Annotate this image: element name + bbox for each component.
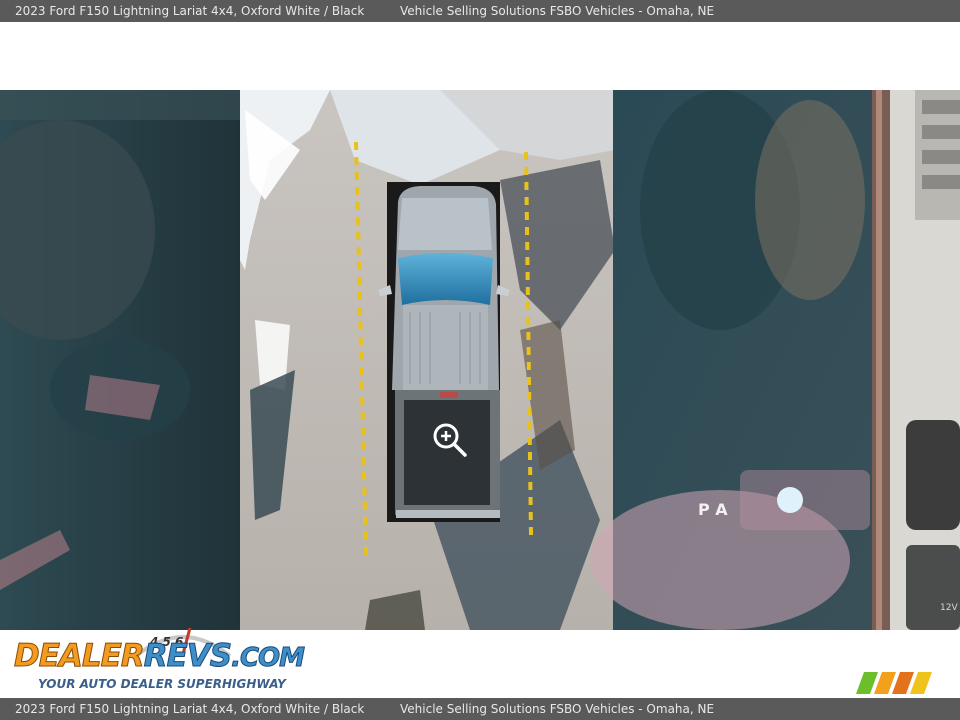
truck-top-view [378, 182, 510, 522]
port-label: 12V [940, 603, 958, 613]
footer-dealer-location: Vehicle Selling Solutions FSBO Vehicles … [400, 702, 715, 716]
vehicle-color: Oxford White / Black [241, 4, 365, 18]
logo-revs-text: REVS [143, 638, 232, 675]
camera-screen-photo: P A 12V [0, 90, 960, 630]
vehicle-photo[interactable]: P A 12V [0, 90, 960, 630]
park-assist-label: P A [698, 500, 728, 519]
logo-wordmark: DEALERREVS.COM [14, 638, 306, 675]
vehicle-title: 2023 Ford F150 Lightning Lariat 4x4, [15, 4, 238, 18]
dealerrevs-logo[interactable]: 4 5 6 DEALERREVS.COM YOUR AUTO DEALER SU… [10, 627, 306, 694]
logo-dealer-text: DEALER [14, 638, 146, 675]
brand-stripes-logo [856, 672, 932, 694]
screen-control-circle [777, 487, 803, 513]
zoom-in-icon[interactable] [431, 421, 469, 459]
logo-tagline: YOUR AUTO DEALER SUPERHIGHWAY [38, 677, 286, 691]
bottom-caption-bar: 2023 Ford F150 Lightning Lariat 4x4, Oxf… [0, 698, 960, 720]
top-caption-bar: 2023 Ford F150 Lightning Lariat 4x4, Oxf… [0, 0, 960, 22]
footer-vehicle-color: Oxford White / Black [241, 702, 365, 716]
dealer-location: Vehicle Selling Solutions FSBO Vehicles … [400, 4, 715, 18]
logo-com-text: .COM [231, 643, 306, 674]
footer-vehicle-title: 2023 Ford F150 Lightning Lariat 4x4, [15, 702, 238, 716]
